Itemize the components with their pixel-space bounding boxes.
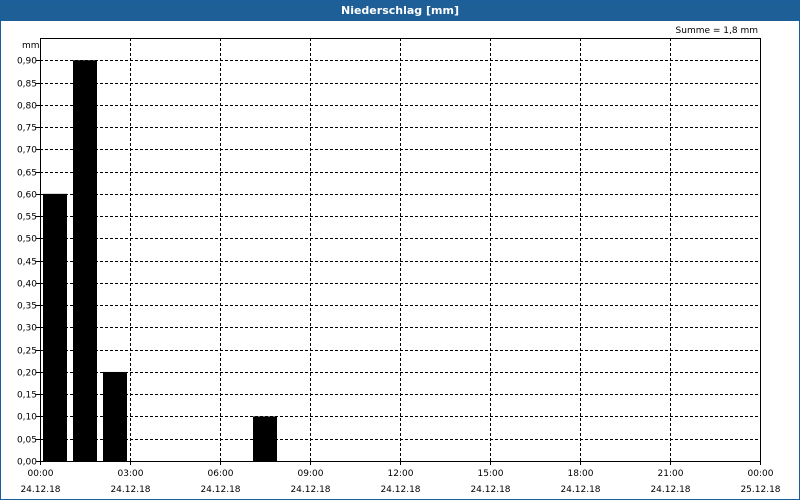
x-tick-date-label: 24.12.18 xyxy=(560,485,600,495)
x-tick-date-label: 24.12.18 xyxy=(110,485,150,495)
x-tick-date-label: 25.12.18 xyxy=(740,485,780,495)
x-tick-time-label: 00:00 xyxy=(748,469,774,479)
x-tick-date-label: 24.12.18 xyxy=(20,485,60,495)
y-tick-label: 0,70 xyxy=(17,146,37,156)
y-tick-label: 0,00 xyxy=(17,458,37,468)
y-tick-label: 0,65 xyxy=(17,169,37,179)
y-tick-label: 0,05 xyxy=(17,436,37,446)
x-tick-date-label: 24.12.18 xyxy=(290,485,330,495)
x-tick-labels: 00:00 24.12.18 03:00 24.12.18 06:00 24.12.18 0… xyxy=(20,469,780,495)
y-tick-label: 0,25 xyxy=(17,347,37,357)
axes-group xyxy=(36,38,761,465)
chart-plot: mm 0,000,050,100,150,200,250,300,350,400… xyxy=(17,38,781,495)
y-axis-label: mm xyxy=(22,41,40,51)
y-tick-label: 0,40 xyxy=(17,280,37,290)
x-tick-time-label: 15:00 xyxy=(478,469,504,479)
grid-lines xyxy=(40,38,760,461)
y-tick-label: 0,90 xyxy=(17,57,37,67)
y-tick-label: 0,45 xyxy=(17,258,37,268)
x-tick-date-label: 24.12.18 xyxy=(470,485,510,495)
x-tick-date-label: 24.12.18 xyxy=(650,485,690,495)
bar xyxy=(253,416,277,461)
y-tick-labels: 0,00 0,05 0,10 0,15 0,20 0,25 0,30 0,35 0,40 0,45… xyxy=(17,57,37,468)
y-tick-label: 0,60 xyxy=(17,191,37,201)
x-tick-time-label: 21:00 xyxy=(658,469,684,479)
x-tick-time-label: 12:00 xyxy=(388,469,414,479)
x-tick-date-label: 24.12.18 xyxy=(200,485,240,495)
y-tick-label: 0,20 xyxy=(17,369,37,379)
y-tick-label: 0,30 xyxy=(17,324,37,334)
bar xyxy=(103,371,127,461)
x-tick-time-label: 06:00 xyxy=(208,469,234,479)
y-tick-label: 0,85 xyxy=(17,80,37,90)
y-tick-label: 0,55 xyxy=(17,213,37,223)
y-tick-label: 0,75 xyxy=(17,124,37,134)
x-tick-time-label: 18:00 xyxy=(568,469,594,479)
bar xyxy=(73,60,97,462)
bars-group xyxy=(43,60,277,462)
y-tick-label: 0,15 xyxy=(17,391,37,401)
x-tick-time-label: 09:00 xyxy=(298,469,324,479)
x-tick-time-label: 00:00 xyxy=(28,469,54,479)
y-tick-label: 0,80 xyxy=(17,102,37,112)
bar xyxy=(43,193,67,461)
x-tick-time-label: 03:00 xyxy=(118,469,144,479)
y-tick-label: 0,10 xyxy=(17,413,37,423)
y-tick-label: 0,35 xyxy=(17,302,37,312)
y-tick-label: 0,50 xyxy=(17,235,37,245)
x-tick-date-label: 24.12.18 xyxy=(380,485,420,495)
